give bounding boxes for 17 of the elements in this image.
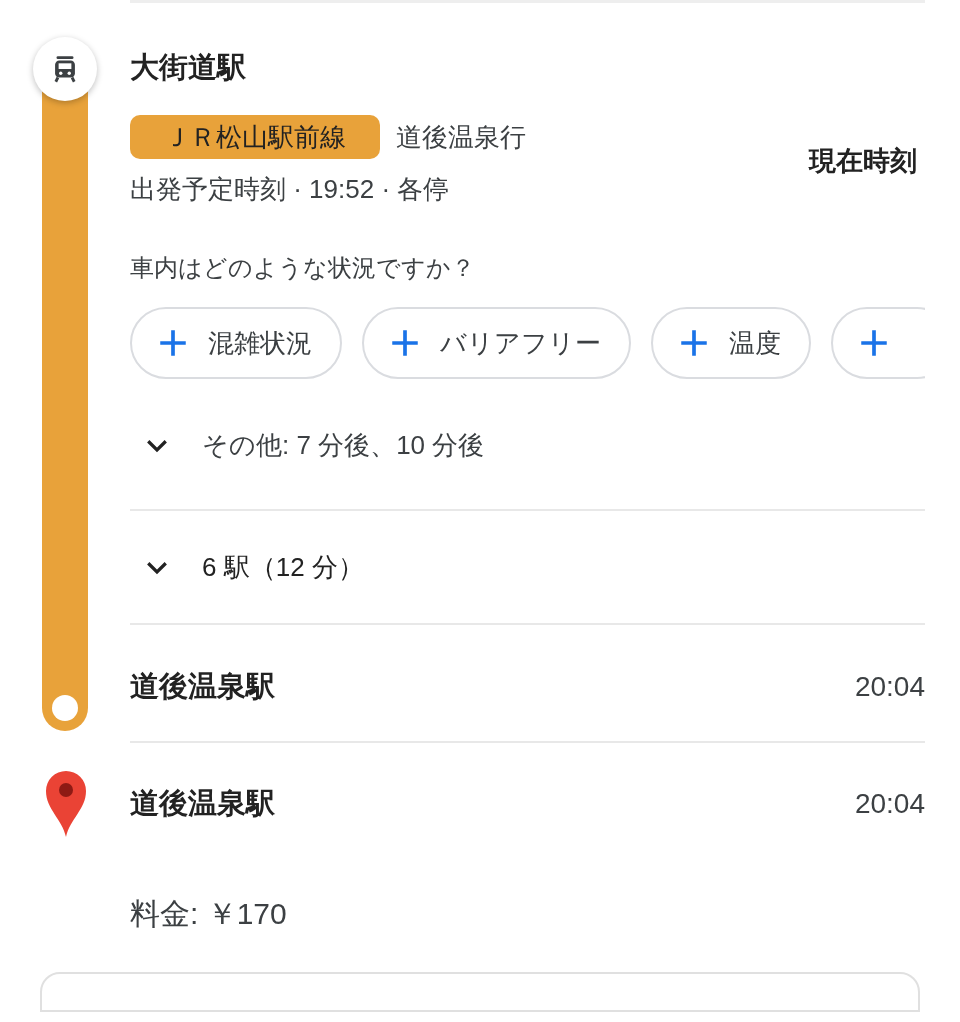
question-text: 車内はどのような状況ですか？ bbox=[130, 253, 476, 283]
station-name: 道後温泉駅 bbox=[130, 785, 275, 821]
expand-row[interactable]: その他: 7 分後、10 分後 bbox=[130, 415, 925, 475]
feedback-chip[interactable]: 混雑状況 bbox=[130, 307, 342, 379]
arrival-time: 20:04 bbox=[854, 786, 925, 821]
feedback-chip[interactable]: 温度 bbox=[651, 307, 811, 379]
line-badge: ＪＲ松山駅前線 bbox=[130, 115, 380, 159]
feedback-chip[interactable]: バリアフリー bbox=[362, 307, 631, 379]
departure-time: 出発予定時刻 · 19:52 · 各停 bbox=[130, 173, 451, 206]
tram-icon bbox=[33, 37, 97, 101]
expand-row[interactable]: 6 駅（12 分） bbox=[130, 537, 925, 597]
arrival-time: 20:04 bbox=[854, 669, 925, 704]
fare-text: 料金: ￥170 bbox=[130, 895, 287, 932]
station-name: 道後温泉駅 bbox=[130, 669, 275, 704]
station-name: 大街道駅 bbox=[130, 50, 247, 85]
realtime-label: 現在時刻 bbox=[809, 144, 917, 178]
headsign: 道後温泉行 bbox=[396, 120, 526, 154]
